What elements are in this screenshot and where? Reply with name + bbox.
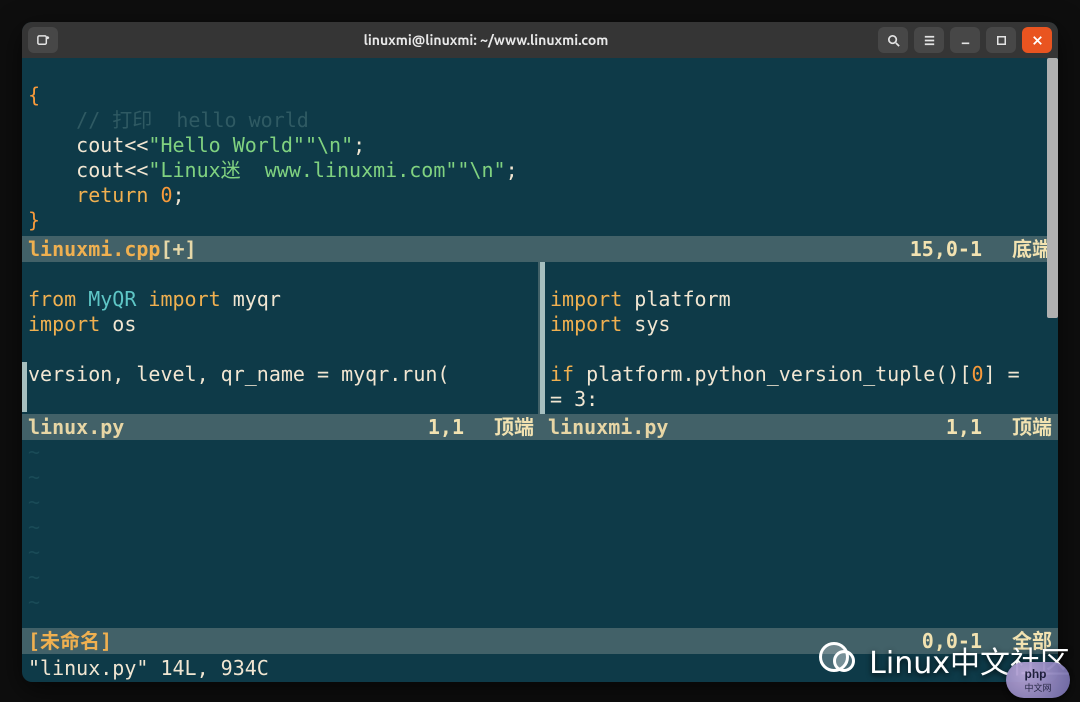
maximize-button[interactable] [986,27,1016,53]
minimize-button[interactable] [950,27,980,53]
code-text: { [28,83,40,107]
fold-marker [22,387,27,412]
code-text: cout<< [28,133,148,157]
statusbar-middle-row: linux.py 1,1 顶端 linuxmi.py 1,1 顶端 [22,414,1058,440]
top-pane-cpp[interactable]: { // 打印 hello world cout<<"Hello World""… [22,58,1058,236]
window-titlebar: linuxmi@linuxmi: ~/www.linuxmi.com [22,22,1058,58]
code-text: ; [173,183,185,207]
code-string: "Linux迷 www.linuxmi.com" [148,158,457,182]
bottom-pane-empty[interactable]: ~~~~~~~ [22,440,1058,628]
code-number: 0 [971,362,983,386]
code-text: platform [622,287,730,311]
search-button[interactable] [878,27,908,53]
status-position: 1,1 [946,415,982,440]
status-position: 1,1 [428,415,464,440]
empty-lines: ~~~~~~~ [22,440,1058,628]
status-label: 底端 [1012,237,1052,262]
status-position: 15,0-1 [910,237,982,262]
statusbar-left: linux.py 1,1 顶端 [22,414,540,440]
close-button[interactable] [1022,27,1052,53]
status-filename: linux.py [28,415,124,440]
window-title: linuxmi@linuxmi: ~/www.linuxmi.com [100,32,872,48]
code-keyword: return [76,183,148,207]
code-keyword: import [550,312,622,336]
code-text: os [100,312,136,336]
code-string: "Hello World" [148,133,305,157]
code-keyword: import [28,312,100,336]
code-text: myqr [221,287,281,311]
scrollbar[interactable] [1047,58,1058,210]
code-text: version, level, qr_name = myqr.run( [28,362,449,386]
vim-workspace: { // 打印 hello world cout<<"Hello World""… [22,58,1058,682]
code-text: ; [353,133,365,157]
code-number: 0 [148,183,172,207]
fold-marker [540,387,545,412]
statusbar-right: linuxmi.py 1,1 顶端 [540,414,1058,440]
php-sublabel: 中文网 [1024,681,1051,694]
code-text: ] = [984,362,1020,386]
fold-marker [540,312,545,337]
code-text: } [28,208,40,232]
new-tab-button[interactable] [28,27,58,53]
status-label: 顶端 [1012,415,1052,440]
code-string: "\n" [457,158,505,182]
status-modified: [+] [160,237,196,262]
code-string: "\n" [305,133,353,157]
status-filename: linuxmi.py [548,415,668,440]
code-text: = 3: [550,387,598,411]
code-text: MyQR [76,287,148,311]
statusbar-top: linuxmi.cpp [+] 15,0-1 底端 [22,236,1058,262]
code-text: cout<< [28,158,148,182]
code-keyword: if [550,362,574,386]
code-comment: // 打印 hello world [76,108,309,132]
status-filename: linuxmi.cpp [28,237,160,262]
middle-split: from MyQR import myqr import os version,… [22,262,1058,414]
code-keyword: import [550,287,622,311]
status-filename: [未命名] [28,629,112,654]
menu-button[interactable] [914,27,944,53]
left-pane-python[interactable]: from MyQR import myqr import os version,… [22,262,540,414]
php-label: php [1024,667,1051,681]
fold-marker [22,362,27,387]
code-text: platform.python_version_tuple()[ [574,362,971,386]
terminal-window: linuxmi@linuxmi: ~/www.linuxmi.com { // … [22,22,1058,682]
wechat-icon [819,642,863,678]
code-text: sys [622,312,670,336]
code-keyword: from [28,287,76,311]
right-pane-python[interactable]: import platform import sys if platform.p… [540,262,1058,414]
code-keyword: import [148,287,220,311]
php-watermark: php 中文网 [1006,662,1070,698]
code-text: ; [506,158,518,182]
status-label: 顶端 [494,415,534,440]
